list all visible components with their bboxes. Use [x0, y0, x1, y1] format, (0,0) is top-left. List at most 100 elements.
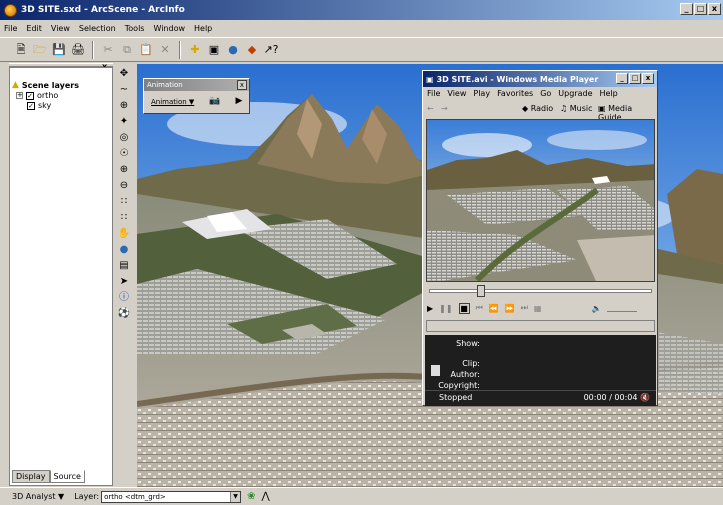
globe-icon[interactable]: ●: [120, 243, 129, 256]
tab-source[interactable]: Source: [49, 470, 85, 483]
media-player-title: 3D SITE.avi - Windows Media Player: [436, 74, 599, 84]
mute-icon[interactable]: 🔇: [640, 393, 650, 402]
center-target-icon[interactable]: ☉: [120, 147, 129, 160]
wmp-menu-upgrade[interactable]: Upgrade: [558, 89, 592, 98]
arcscene-app-icon[interactable]: [4, 3, 17, 17]
expand-icon[interactable]: +: [16, 92, 23, 99]
maximize-button[interactable]: □: [629, 73, 641, 84]
animation-menu[interactable]: Animation ▼: [151, 98, 194, 106]
fly-icon[interactable]: ∼: [120, 83, 128, 96]
cut-icon[interactable]: ✂: [101, 43, 115, 57]
layer-select[interactable]: ortho <dtm_grd> ▼: [101, 490, 242, 503]
wmp-menu-file[interactable]: File: [427, 89, 440, 98]
fixed-zoom-icon[interactable]: ∷: [121, 211, 127, 224]
media-player-menu-bar: File View Play Favorites Go Upgrade Help: [427, 89, 618, 98]
ortho-checkbox[interactable]: ✓: [26, 91, 34, 100]
menu-tools[interactable]: Tools: [125, 24, 145, 33]
globe-icon[interactable]: ●: [226, 43, 240, 57]
tab-display[interactable]: Display: [12, 470, 50, 483]
layer-name: sky: [38, 101, 52, 110]
save-icon[interactable]: 💾: [52, 43, 66, 57]
video-image: [427, 120, 654, 281]
chevron-down-icon[interactable]: ▼: [230, 491, 241, 502]
layer-properties-icon[interactable]: ▣: [207, 43, 221, 57]
layer-label: Layer:: [74, 492, 100, 501]
playlist-dropdown[interactable]: [426, 320, 655, 332]
menu-help[interactable]: Help: [194, 24, 212, 33]
paste-icon[interactable]: 📋: [139, 43, 153, 57]
open-folder-icon[interactable]: 🗁: [33, 43, 47, 57]
target-icon[interactable]: ⊕: [120, 99, 128, 112]
pause-icon[interactable]: ❚❚: [439, 304, 452, 313]
zoom-in-icon[interactable]: ⊕: [120, 163, 128, 176]
select-elements-icon[interactable]: ➤: [120, 275, 128, 288]
zoom-out-icon[interactable]: ⊖: [120, 179, 128, 192]
zoom-to-target-icon[interactable]: ✦: [120, 115, 128, 128]
seek-thumb[interactable]: [477, 285, 486, 297]
table-of-contents: ▲ Scene layers + ✓ ortho ✓ sky: [9, 67, 113, 486]
pan-icon[interactable]: ✋: [118, 227, 130, 240]
restore-button[interactable]: □: [694, 3, 707, 15]
find-icon[interactable]: ⚽: [118, 307, 130, 320]
minimize-button[interactable]: _: [616, 73, 628, 84]
playlist-icon[interactable]: ▦: [534, 304, 542, 313]
video-frame[interactable]: [426, 119, 655, 282]
sky-checkbox[interactable]: ✓: [27, 101, 35, 110]
capture-view-icon[interactable]: 📷: [208, 96, 222, 109]
wmp-icon: ▣: [426, 74, 434, 84]
music-link[interactable]: ♫ Music: [560, 104, 592, 113]
fast-forward-icon[interactable]: ⏩: [505, 304, 515, 313]
copy-icon[interactable]: ⧉: [120, 43, 134, 57]
media-player-nav: ← → ◆ Radio ♫ Music ▣ Media Guide: [427, 104, 655, 122]
volume-icon[interactable]: 🔈: [591, 304, 601, 313]
print-icon[interactable]: 🖨: [71, 43, 85, 57]
play-icon[interactable]: ▶: [427, 304, 433, 313]
full-screen-icon[interactable]: ▤: [119, 259, 128, 272]
animation-toolbar-title[interactable]: Animation: [144, 79, 249, 91]
arctoolbox-icon[interactable]: ◆: [245, 43, 259, 57]
menu-file[interactable]: File: [4, 24, 17, 33]
wmp-menu-go[interactable]: Go: [540, 89, 551, 98]
navigate-icon[interactable]: ✥: [120, 67, 128, 80]
status-strip: Stopped 00:00 / 00:04 🔇: [425, 390, 656, 404]
forward-arrow-icon[interactable]: →: [441, 104, 448, 113]
profile-graph-icon[interactable]: ⋀: [261, 491, 269, 502]
radio-link[interactable]: ◆ Radio: [522, 104, 553, 113]
media-player-window: ▣ 3D SITE.avi - Windows Media Player _ □…: [422, 70, 658, 406]
interpolate-line-icon[interactable]: ❀: [247, 491, 255, 502]
set-observer-icon[interactable]: ◎: [120, 131, 129, 144]
next-icon[interactable]: ⏭: [521, 303, 528, 313]
wmp-menu-play[interactable]: Play: [473, 89, 490, 98]
stop-icon[interactable]: ■: [458, 302, 470, 314]
seek-bar[interactable]: [429, 285, 652, 297]
animation-toolbar: Animation x Animation ▼ 📷 ▶: [143, 78, 250, 114]
new-document-icon[interactable]: 🗎: [14, 43, 28, 57]
3d-analyst-menu[interactable]: 3D Analyst ▼: [12, 492, 64, 501]
wmp-menu-view[interactable]: View: [447, 89, 466, 98]
identify-icon[interactable]: ⓘ: [119, 291, 129, 304]
animation-controls-icon[interactable]: ▶: [232, 96, 246, 109]
rewind-icon[interactable]: ⏪: [489, 304, 499, 313]
add-data-icon[interactable]: ✚: [188, 43, 202, 57]
menu-bar: File Edit View Selection Tools Window He…: [0, 20, 723, 37]
menu-window[interactable]: Window: [153, 24, 185, 33]
full-extent-icon[interactable]: ∷: [121, 195, 127, 208]
back-arrow-icon[interactable]: ←: [427, 104, 434, 113]
close-icon[interactable]: x: [237, 80, 247, 90]
previous-icon[interactable]: ⏮: [476, 303, 483, 313]
menu-edit[interactable]: Edit: [26, 24, 42, 33]
menu-selection[interactable]: Selection: [79, 24, 116, 33]
whats-this-help-icon[interactable]: ↗?: [263, 43, 278, 57]
layer-row-sky[interactable]: ✓ sky: [27, 101, 51, 110]
close-button[interactable]: x: [642, 73, 654, 84]
menu-view[interactable]: View: [51, 24, 70, 33]
layer-row-ortho[interactable]: + ✓ ortho: [16, 91, 58, 100]
clip-info-panel: Show: Clip: Author: Copyright: Stopped 0…: [425, 335, 656, 406]
volume-slider[interactable]: [607, 304, 638, 312]
media-file-icon: [431, 365, 440, 376]
close-button[interactable]: x: [708, 3, 721, 15]
wmp-menu-favorites[interactable]: Favorites: [497, 89, 533, 98]
delete-icon[interactable]: ✕: [158, 43, 172, 57]
minimize-button[interactable]: _: [680, 3, 693, 15]
wmp-menu-help[interactable]: Help: [600, 89, 618, 98]
